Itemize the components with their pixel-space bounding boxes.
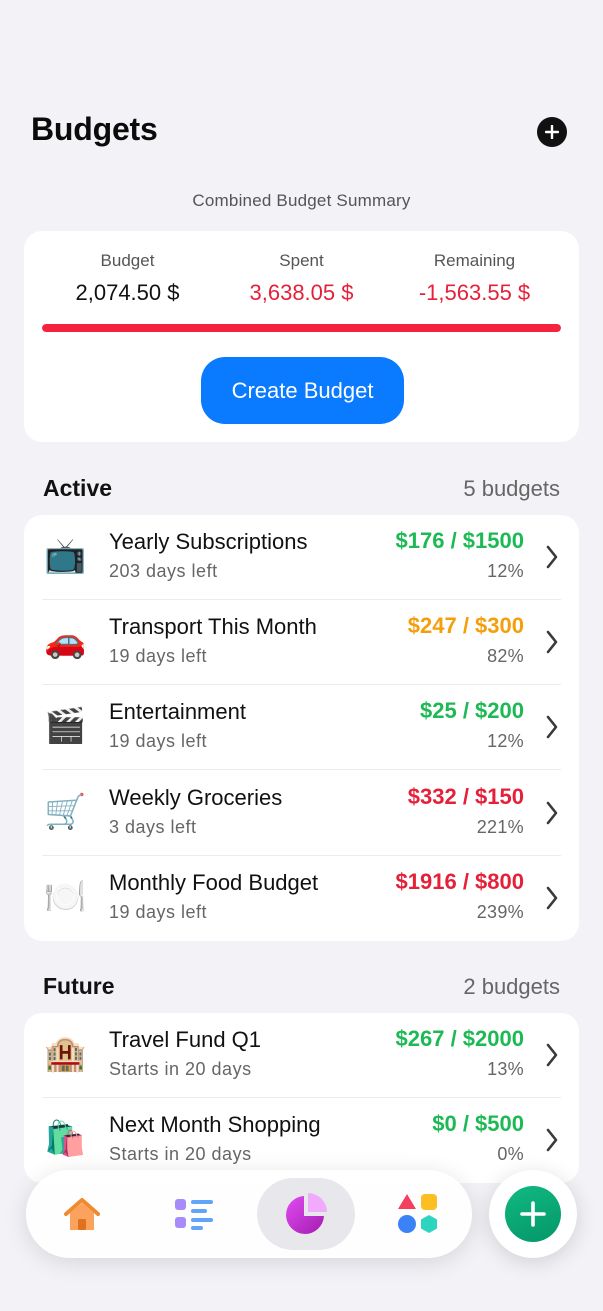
budget-percent: 221% [476,816,524,837]
shapes-icon [398,1194,437,1233]
summary-card: Budget 2,074.50 $ Spent 3,638.05 $ Remai… [24,231,579,442]
add-budget-icon[interactable] [537,117,567,147]
page-title: Budgets [31,111,158,147]
budget-row[interactable]: 🎬 Entertainment 19 days left $25 / $200 12% [24,685,579,771]
budget-amount: $1916 / $800 [395,868,524,894]
budget-percent: 82% [487,646,524,667]
pie-chart-icon [286,1193,327,1234]
chevron-right-icon [546,801,558,824]
chevron-right-icon [546,716,558,739]
budget-name: Yearly Subscriptions [109,529,308,554]
budget-percent: 0% [497,1144,524,1165]
plate-utensils-icon: 🍽️ [44,877,87,916]
tab-categories[interactable] [369,1178,467,1250]
budget-percent: 12% [487,561,524,581]
chevron-right-icon [546,630,558,654]
budget-progress-fill [42,324,561,332]
fab-circle [505,1186,561,1242]
budget-name: Monthly Food Budget [109,869,319,895]
active-section-title: Active [43,475,113,501]
budget-subtitle: 19 days left [109,901,208,922]
summary-heading: Combined Budget Summary [192,191,411,210]
spent-metric: Spent 3,638.05 $ [209,251,394,306]
television-icon: 📺 [44,537,87,575]
remaining-label: Remaining [433,251,516,270]
budget-name: Weekly Groceries [109,784,283,810]
tab-home[interactable] [33,1178,131,1250]
budget-percent: 13% [487,1059,524,1079]
budget-name: Entertainment [109,699,246,725]
budget-amount: $176 / $1500 [395,528,524,553]
budget-subtitle: Starts in 20 days [109,1059,252,1079]
budget-row[interactable]: 🚗 Transport This Month 19 days left $247 / … [24,600,579,686]
chevron-right-icon [546,1043,558,1067]
budget-value: 2,074.50 $ [75,280,180,305]
budget-row[interactable]: 📺 Yearly Subscriptions 203 days left $176 /… [24,515,579,600]
budget-row[interactable]: 🍽️ Monthly Food Budget 19 days left $1916 /… [24,856,579,941]
shopping-cart-icon: 🛒 [44,792,87,831]
budget-row[interactable]: 🛒 Weekly Groceries 3 days left $332 / $150 2… [24,771,579,856]
active-budgets-card: 📺 Yearly Subscriptions 203 days left $176 /… [24,515,579,941]
chevron-right-icon [546,545,558,569]
list-icon [175,1199,213,1230]
budget-subtitle: Starts in 20 days [109,1144,252,1165]
home-icon [64,1198,100,1230]
budget-subtitle: 19 days left [109,731,208,752]
car-icon: 🚗 [44,622,87,661]
budget-amount: $247 / $300 [407,613,524,639]
future-section-title: Future [43,973,115,999]
tab-budgets[interactable] [257,1178,355,1250]
remaining-value: -1,563.55 $ [418,280,531,305]
budget-progress-bar [42,324,561,332]
create-budget-button[interactable]: Create Budget [201,357,404,424]
active-section-count: 5 budgets [463,476,560,501]
budget-row[interactable]: 🏨 Travel Fund Q1 Starts in 20 days $267 / $… [24,1013,579,1098]
budget-name: Travel Fund Q1 [109,1027,262,1052]
plus-icon [520,1201,546,1227]
budget-metric: Budget 2,074.50 $ [35,251,220,306]
remaining-metric: Remaining -1,563.55 $ [382,251,567,306]
budget-amount: $0 / $500 [432,1111,524,1137]
chevron-right-icon [546,886,558,910]
add-transaction-button[interactable] [489,1170,577,1258]
chevron-right-icon [546,1128,558,1152]
budget-name: Transport This Month [109,614,317,640]
hotel-icon: 🏨 [44,1035,87,1073]
budget-name: Next Month Shopping [109,1112,321,1138]
budget-amount: $25 / $200 [420,698,524,724]
budget-label: Budget [100,251,155,270]
tab-list[interactable] [145,1178,243,1250]
spent-label: Spent [279,251,324,270]
future-budgets-card: 🏨 Travel Fund Q1 Starts in 20 days $267 / $… [24,1013,579,1183]
budget-subtitle: 3 days left [109,816,197,837]
tab-bar [26,1170,472,1258]
budget-amount: $332 / $150 [407,783,524,809]
spent-value: 3,638.05 $ [249,280,354,305]
budget-subtitle: 19 days left [109,646,208,667]
budget-amount: $267 / $2000 [395,1026,524,1051]
budget-percent: 12% [487,731,524,752]
plus-icon [545,125,559,139]
budget-percent: 239% [476,901,524,922]
future-section-count: 2 budgets [463,974,560,999]
clapper-board-icon: 🎬 [44,707,87,746]
budget-subtitle: 203 days left [109,561,218,581]
shopping-bags-icon: 🛍️ [44,1120,87,1159]
